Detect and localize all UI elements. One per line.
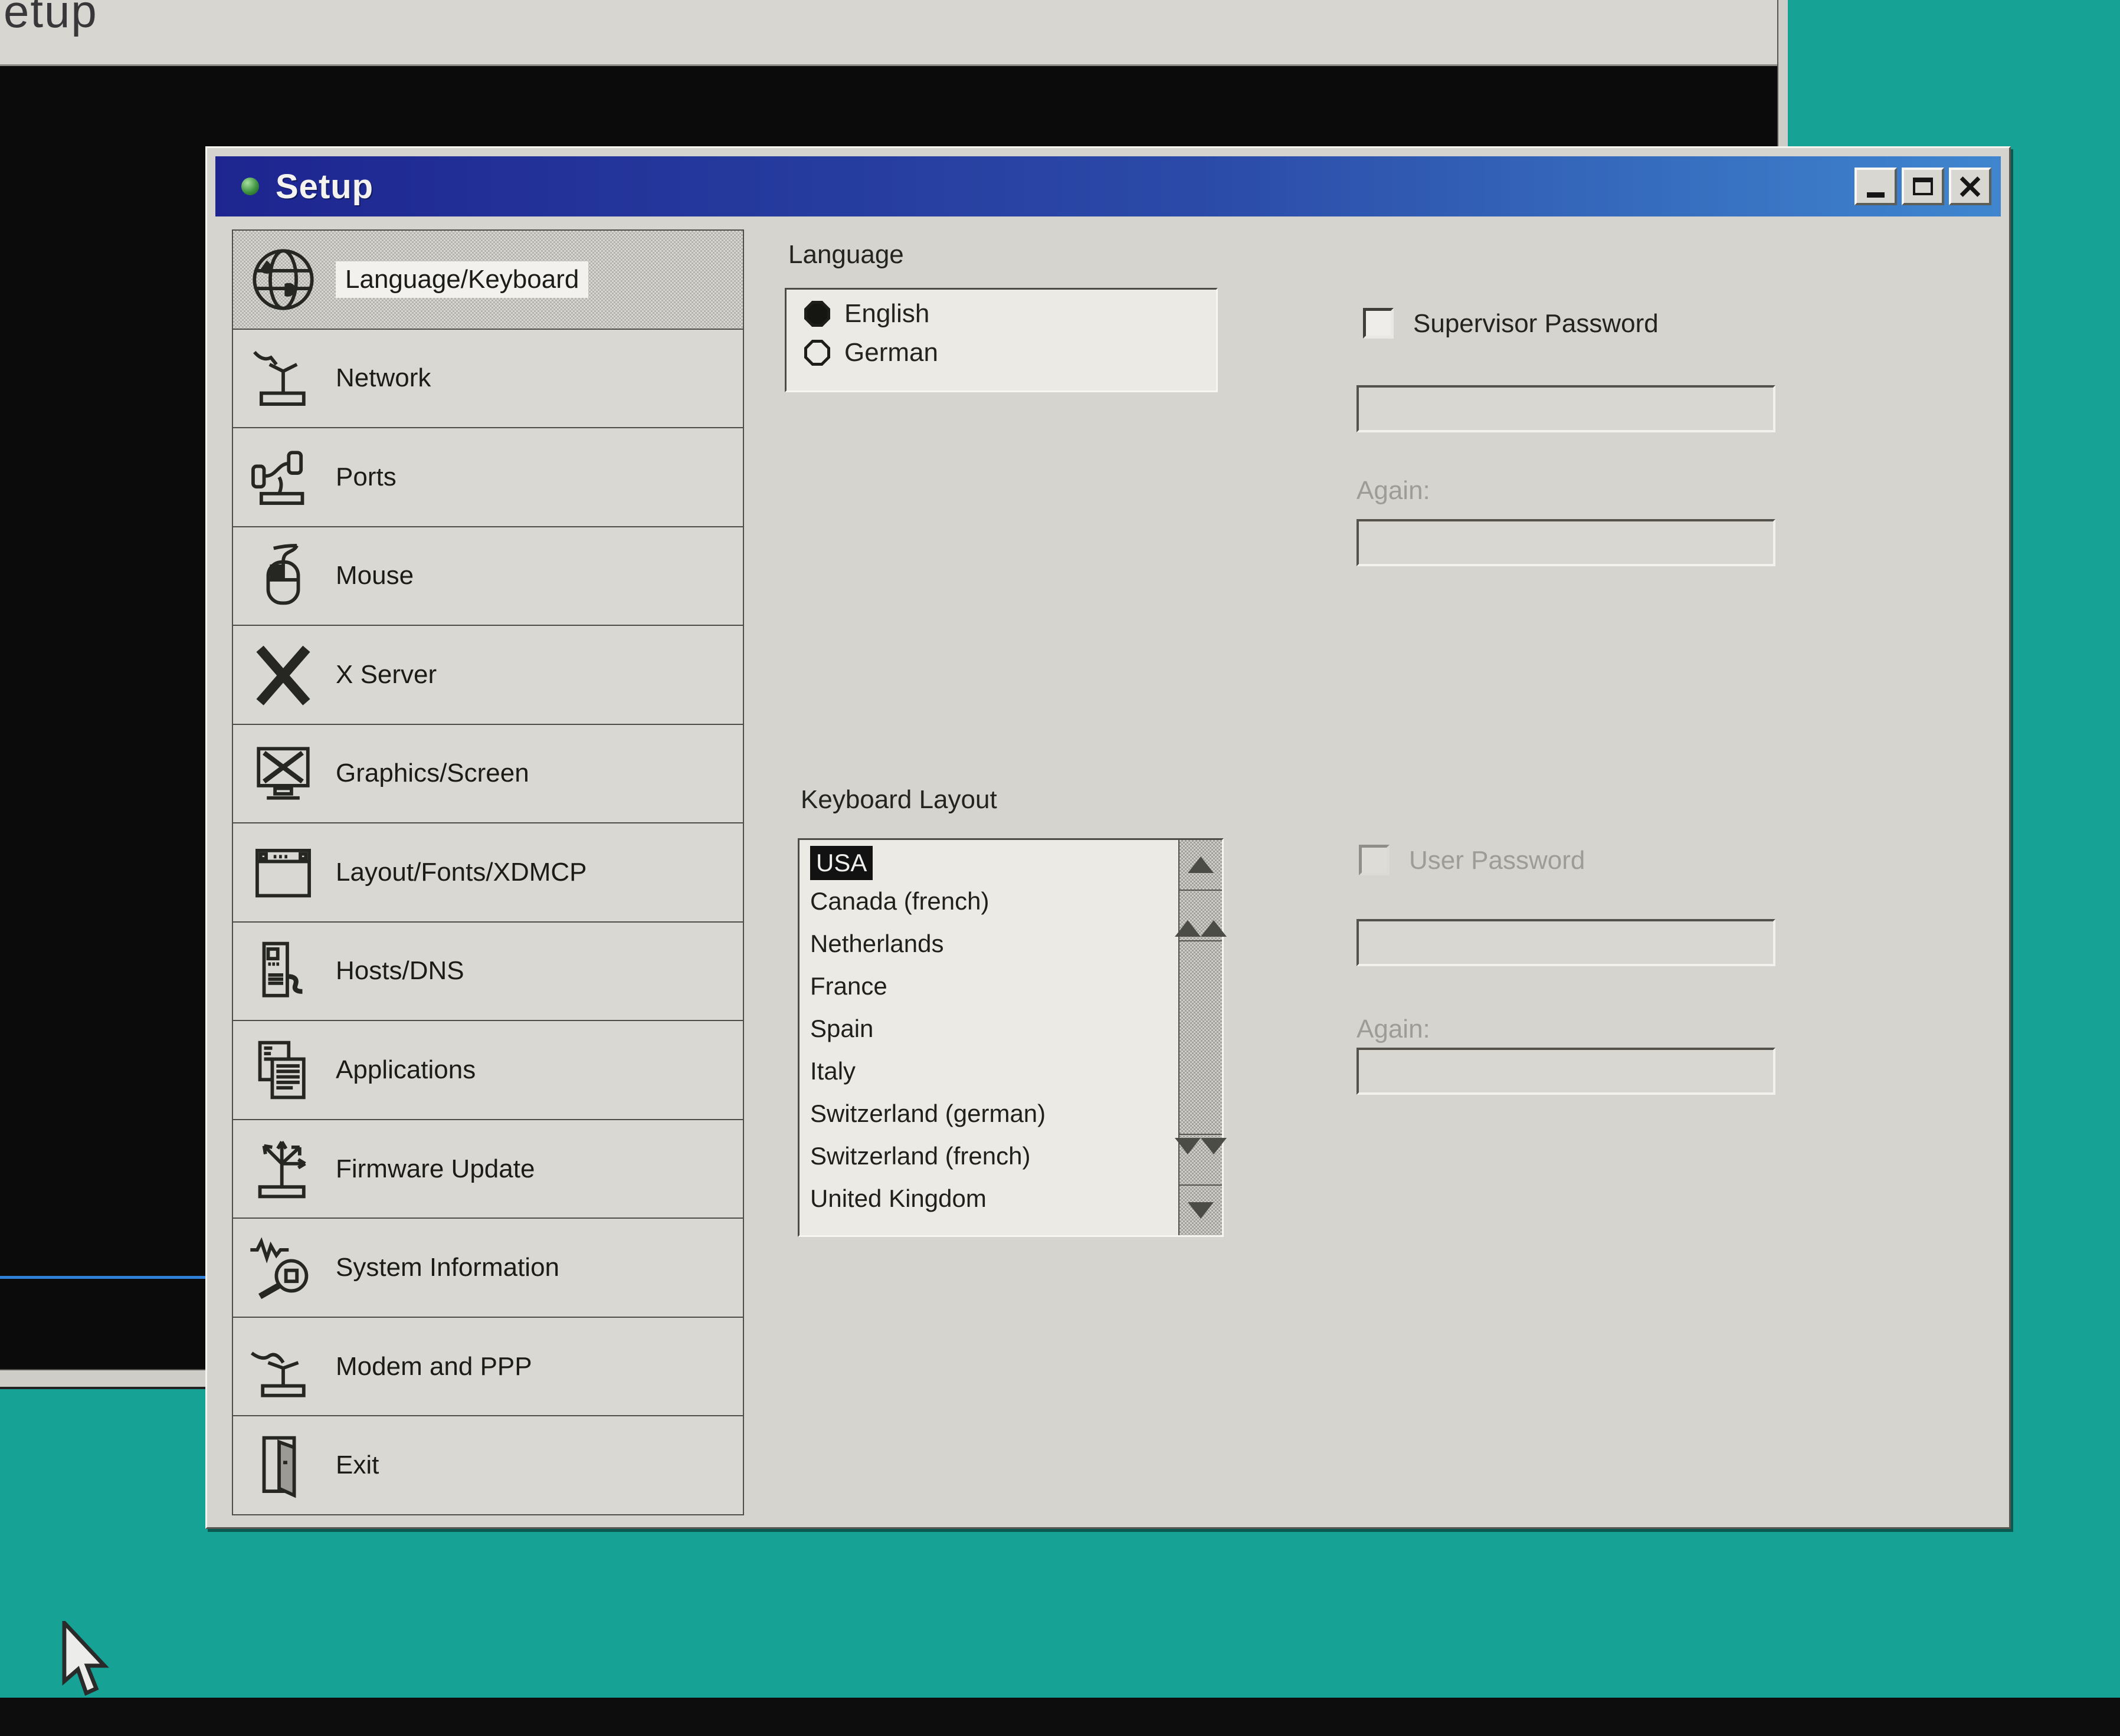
sidebar-item-firmware-update[interactable]: Firmware Update: [233, 1120, 743, 1219]
mouse-icon: [239, 542, 327, 610]
computer-tower-icon: [239, 937, 327, 1005]
diagnostics-icon: [239, 1233, 327, 1302]
scroll-page-down-button[interactable]: [1179, 1134, 1222, 1184]
radio-selected-icon[interactable]: [804, 301, 830, 327]
app-icon: [241, 178, 259, 195]
list-item-canada-french[interactable]: Canada (french): [810, 880, 1178, 923]
sidebar-item-x-server[interactable]: X Server: [233, 626, 743, 725]
supervisor-password-label: Supervisor Password: [1413, 309, 1659, 339]
background-window-titlebar: etup: [0, 0, 1788, 66]
sidebar-item-label: Language/Keyboard: [336, 261, 588, 298]
door-icon: [239, 1431, 327, 1499]
documents-icon: [239, 1036, 327, 1104]
supervisor-again-label: Again:: [1356, 476, 1430, 506]
list-scrollbar[interactable]: [1178, 840, 1222, 1235]
x-server-icon: [239, 641, 327, 709]
sidebar-menu: Language/Keyboard Network Ports: [232, 229, 744, 1515]
radio-label: German: [844, 338, 938, 367]
sidebar-item-modem-and-ppp[interactable]: Modem and PPP: [233, 1318, 743, 1417]
double-down-arrow-icon: [1175, 1138, 1201, 1164]
sidebar-item-label: X Server: [336, 660, 437, 690]
language-option-german[interactable]: German: [804, 338, 1216, 367]
sidebar-item-applications[interactable]: Applications: [233, 1021, 743, 1120]
scroll-page-up-button[interactable]: [1179, 891, 1222, 941]
sidebar-item-label: Layout/Fonts/XDMCP: [336, 858, 587, 887]
background-window-title: etup: [4, 0, 98, 38]
sidebar-item-label: System Information: [336, 1253, 559, 1282]
sidebar-item-ports[interactable]: Ports: [233, 428, 743, 527]
modem-icon: [239, 1333, 327, 1401]
language-group-label: Language: [788, 240, 904, 270]
supervisor-password-field[interactable]: [1356, 385, 1775, 432]
sidebar-item-hosts-dns[interactable]: Hosts/DNS: [233, 923, 743, 1022]
radio-label: English: [844, 299, 929, 329]
monitor-icon: [239, 739, 327, 808]
minimize-icon: [1867, 192, 1885, 198]
sidebar-item-language-keyboard[interactable]: Language/Keyboard: [233, 231, 743, 330]
photographed-screen: etup Setup Language/Keyboard: [0, 0, 2120, 1736]
sidebar-item-label: Exit: [336, 1451, 379, 1480]
close-button[interactable]: [1949, 168, 1991, 205]
list-item-france[interactable]: France: [810, 965, 1178, 1008]
globe-icon: [239, 245, 327, 314]
sidebar-item-layout-fonts-xdmcp[interactable]: Layout/Fonts/XDMCP: [233, 823, 743, 923]
sidebar-item-label: Firmware Update: [336, 1154, 535, 1184]
supervisor-password-checkbox[interactable]: [1363, 308, 1394, 339]
user-password-field[interactable]: [1356, 919, 1775, 966]
scroll-up-button[interactable]: [1179, 840, 1222, 891]
user-password-label: User Password: [1409, 846, 1585, 875]
scroll-down-button[interactable]: [1179, 1184, 1222, 1235]
supervisor-password-again-field[interactable]: [1356, 519, 1775, 566]
user-password-again-field[interactable]: [1356, 1048, 1775, 1095]
sidebar-item-mouse[interactable]: Mouse: [233, 527, 743, 626]
window-icon: [239, 838, 327, 907]
sidebar-item-label: Modem and PPP: [336, 1352, 532, 1381]
setup-titlebar[interactable]: Setup: [215, 156, 2001, 216]
setup-client-area: Language/Keyboard Network Ports: [215, 224, 2001, 1517]
sidebar-item-label: Hosts/DNS: [336, 956, 464, 986]
scrollbar-track[interactable]: [1179, 941, 1222, 1134]
ports-icon: [239, 443, 327, 511]
sidebar-item-exit[interactable]: Exit: [233, 1416, 743, 1514]
radio-unselected-icon[interactable]: [804, 340, 830, 366]
sidebar-item-label: Network: [336, 363, 431, 393]
keyboard-layout-list: USA Canada (french) Netherlands France S…: [798, 838, 1224, 1237]
minimize-button[interactable]: [1854, 168, 1897, 205]
keyboard-layout-label: Keyboard Layout: [801, 785, 997, 815]
user-password-checkbox[interactable]: [1359, 845, 1390, 875]
language-option-box: English German: [785, 288, 1218, 392]
list-item-switzerland-german[interactable]: Switzerland (german): [810, 1092, 1178, 1135]
close-icon: [1959, 175, 1981, 198]
list-item-netherlands[interactable]: Netherlands: [810, 923, 1178, 965]
maximize-button[interactable]: [1902, 168, 1944, 205]
network-icon: [239, 344, 327, 412]
update-arrows-icon: [239, 1135, 327, 1203]
sidebar-item-label: Ports: [336, 462, 397, 492]
user-again-label: Again:: [1356, 1015, 1430, 1044]
sidebar-item-label: Mouse: [336, 561, 414, 590]
list-item-usa[interactable]: USA: [810, 846, 873, 880]
language-option-english[interactable]: English: [804, 299, 1216, 329]
sidebar-item-system-information[interactable]: System Information: [233, 1219, 743, 1318]
mouse-cursor-arrow: [58, 1621, 111, 1698]
sidebar-item-network[interactable]: Network: [233, 330, 743, 429]
list-item-united-kingdom[interactable]: United Kingdom: [810, 1177, 1178, 1220]
maximize-icon: [1913, 178, 1933, 195]
list-item-italy[interactable]: Italy: [810, 1050, 1178, 1092]
sidebar-item-graphics-screen[interactable]: Graphics/Screen: [233, 725, 743, 824]
double-up-arrow-icon: [1175, 910, 1201, 937]
down-arrow-icon: [1188, 1202, 1214, 1219]
list-item-switzerland-french[interactable]: Switzerland (french): [810, 1135, 1178, 1177]
window-title: Setup: [276, 167, 373, 206]
up-arrow-icon: [1188, 856, 1214, 873]
setup-window: Setup Language/Keyboard: [205, 146, 2011, 1529]
sidebar-item-label: Graphics/Screen: [336, 759, 529, 788]
sidebar-item-label: Applications: [336, 1055, 476, 1085]
list-item-spain[interactable]: Spain: [810, 1008, 1178, 1050]
